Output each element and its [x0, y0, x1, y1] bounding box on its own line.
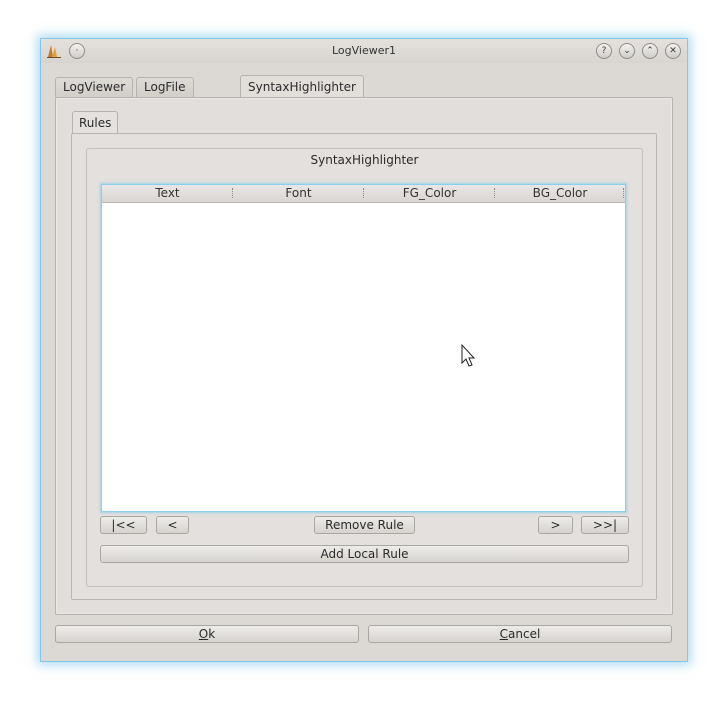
ok-mnemonic: O	[198, 627, 209, 641]
dialog-window: · LogViewer1 ? ⌄ ⌃ ✕ LogViewer LogFile (…	[40, 38, 688, 662]
tab-logfile[interactable]: LogFile (*.log)	[136, 77, 194, 113]
remove-rule-button[interactable]: Remove Rule	[314, 516, 415, 534]
syntaxhighlighter-group: SyntaxHighlighter Text Font FG_Color BG_…	[86, 148, 643, 587]
close-icon[interactable]: ✕	[665, 43, 681, 59]
next-rule-button[interactable]: >	[538, 516, 573, 534]
table-header: Text Font FG_Color BG_Color	[102, 185, 625, 203]
add-local-rule-button[interactable]: Add Local Rule	[100, 545, 629, 563]
subtab-rules[interactable]: Rules	[72, 111, 119, 134]
column-header-fg-color[interactable]: FG_Color	[364, 185, 495, 202]
cancel-button[interactable]: Cancel	[368, 625, 672, 643]
cancel-mnemonic: C	[499, 627, 509, 641]
tab-logviewer[interactable]: LogViewer	[55, 77, 134, 97]
column-divider[interactable]	[623, 188, 625, 198]
minimize-icon[interactable]: ⌄	[619, 43, 635, 59]
column-header-text[interactable]: Text	[102, 185, 233, 202]
last-rule-button[interactable]: >>|	[581, 516, 629, 534]
tab-panel: Rules SyntaxHighlighter Text Font FG_Col…	[55, 97, 673, 615]
title-bar[interactable]: · LogViewer1 ? ⌄ ⌃ ✕	[41, 39, 687, 63]
column-header-bg-color[interactable]: BG_Color	[495, 185, 625, 202]
first-rule-button[interactable]: |<<	[100, 516, 147, 534]
column-header-font[interactable]: Font	[233, 185, 364, 202]
rules-table[interactable]: Text Font FG_Color BG_Color	[101, 184, 626, 512]
ok-button[interactable]: Ok	[55, 625, 359, 643]
mouse-pointer-icon	[461, 344, 476, 367]
group-title: SyntaxHighlighter	[310, 153, 419, 167]
window-title: LogViewer1	[331, 44, 397, 57]
cancel-label: ancel	[508, 627, 541, 641]
prev-rule-button[interactable]: <	[156, 516, 189, 534]
maximize-icon[interactable]: ⌃	[642, 43, 658, 59]
help-icon[interactable]: ?	[596, 43, 612, 59]
tab-syntaxhighlighter[interactable]: SyntaxHighlighter	[240, 75, 364, 98]
rules-panel: SyntaxHighlighter Text Font FG_Color BG_…	[71, 133, 657, 600]
ok-label: k	[208, 627, 216, 641]
